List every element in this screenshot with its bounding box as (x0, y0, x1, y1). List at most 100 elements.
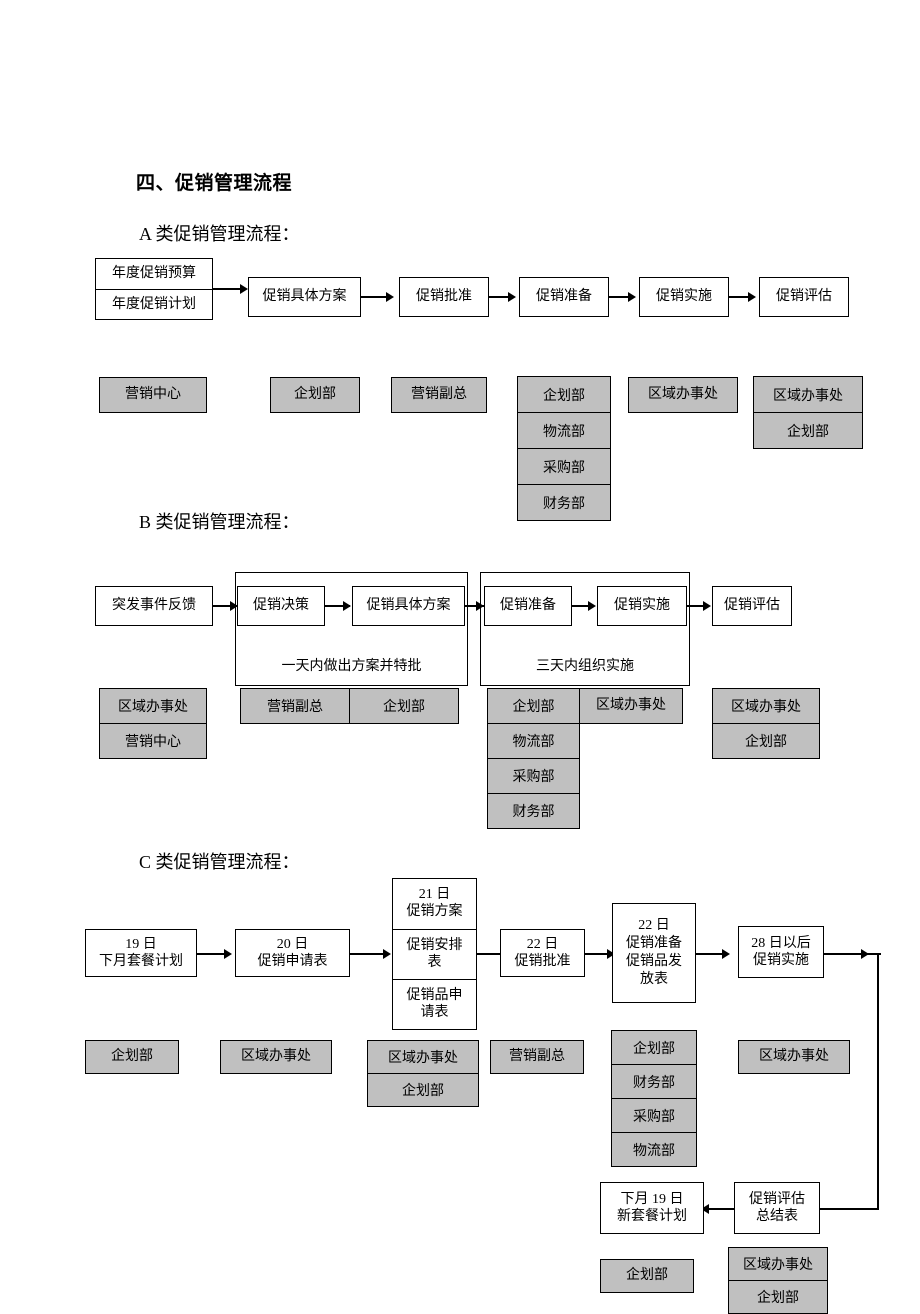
flow-a-source-box: 年度促销预算 年度促销计划 (95, 258, 213, 320)
flow-c-owner-step5-item: 企划部 (611, 1030, 697, 1065)
subsection-title-b: B 类促销管理流程： (139, 512, 300, 532)
flow-b-group-1-owners: 营销副总 企划部 (240, 688, 459, 724)
flow-a-owner-step3-item: 财务部 (517, 484, 611, 521)
flow-c-summary-line2: 总结表 (756, 1209, 798, 1224)
flow-c-arrowhead-1 (224, 949, 232, 959)
flow-a-owner-step5-stack: 区域办事处 企划部 (753, 376, 863, 449)
flow-c-owner-summary-item: 企划部 (728, 1280, 828, 1314)
flow-c-owner-step2: 区域办事处 (220, 1040, 332, 1074)
flow-a-step-1: 促销具体方案 (248, 277, 361, 317)
flow-c-arrowhead-6 (861, 949, 869, 959)
flow-c-step-1: 19 日 下月套餐计划 (85, 929, 197, 977)
flow-b-owner-source-stack: 区域办事处 营销中心 (99, 688, 207, 759)
flow-a-arrowhead-1 (240, 284, 248, 294)
page-title: 四、促销管理流程 (136, 173, 293, 194)
flow-b-step-5: 促销评估 (712, 586, 792, 626)
flow-a-step-5: 促销评估 (759, 277, 849, 317)
flow-c-step-5-line1: 22 日 (638, 917, 670, 933)
flow-c-arrowhead-5 (722, 949, 730, 959)
flow-c-step-1-line1: 19 日 (125, 936, 157, 952)
flow-a-owner-step3-item: 企划部 (517, 376, 611, 413)
flow-c-next-plan-box: 下月 19 日 新套餐计划 (600, 1182, 704, 1234)
flow-c-summary-box: 促销评估 总结表 (734, 1182, 820, 1234)
flow-c-owner-step5-item: 物流部 (611, 1132, 697, 1167)
flow-b-owner-g2-left-stack: 企划部 物流部 采购部 财务部 (487, 688, 580, 829)
flow-c-next-plan-line1: 下月 19 日 (620, 1191, 684, 1207)
flow-a-owner-source: 营销中心 (99, 377, 207, 413)
flow-a-arrowhead-5 (748, 292, 756, 302)
flow-b-arrowhead-4 (588, 601, 596, 611)
flow-c-owner-next-plan: 企划部 (600, 1259, 694, 1293)
flow-c-step-3-cell-2: 促销安排 表 (393, 929, 476, 979)
flow-c-step-2-line2: 促销申请表 (257, 954, 328, 969)
flow-c-owner-step5-stack: 企划部 财务部 采购部 物流部 (611, 1030, 697, 1167)
flow-c-owner-step3-item: 企划部 (367, 1073, 479, 1107)
flow-a-owner-step3-item: 采购部 (517, 448, 611, 485)
flow-c-step-1-line2: 下月套餐计划 (99, 954, 183, 969)
flow-a-owner-step3-item: 物流部 (517, 412, 611, 449)
flow-c-step-6-line1: 28 日以后 (751, 935, 811, 951)
flow-b-group-1-note: 一天内做出方案并特批 (281, 659, 422, 674)
flow-a-step-2: 促销批准 (399, 277, 489, 317)
flow-a-owner-step1: 企划部 (270, 377, 360, 413)
flow-c-next-plan-line2: 新套餐计划 (617, 1209, 687, 1224)
flow-a-owner-step5-item: 企划部 (753, 412, 863, 449)
flow-c-step-3-cell-1-line2: 促销方案 (406, 904, 463, 919)
flow-b-owner-final-item: 区域办事处 (712, 688, 820, 724)
subsection-title-a: A 类促销管理流程： (139, 224, 300, 244)
flow-c-owner-step5-item: 采购部 (611, 1098, 697, 1133)
flow-c-owner-step4: 营销副总 (490, 1040, 584, 1074)
flow-c-step-3-cell-2-line1: 促销安排 (406, 937, 463, 953)
flow-c-owner-step3-stack: 区域办事处 企划部 (367, 1040, 479, 1107)
flow-a-connector-1 (213, 288, 243, 290)
flow-c-step-3-cell-1-line1: 21 日 (418, 887, 451, 903)
flow-c-owner-step3-item: 区域办事处 (367, 1040, 479, 1074)
flow-c-step-3-cell-3: 促销品申 请表 (393, 979, 476, 1029)
flow-a-arrowhead-3 (508, 292, 516, 302)
flow-b-step-2: 促销具体方案 (352, 586, 465, 626)
flow-c-owner-summary-stack: 区域办事处 企划部 (728, 1247, 828, 1314)
flow-c-connector-7 (816, 1208, 879, 1210)
flow-c-step-3-cell-1: 21 日 促销方案 (393, 879, 476, 929)
flow-a-arrowhead-2 (386, 292, 394, 302)
flow-a-step-4: 促销实施 (639, 277, 729, 317)
flow-b-owner-g2-right: 区域办事处 (579, 688, 683, 724)
flow-b-arrowhead-2 (343, 601, 351, 611)
flow-a-owner-step4: 区域办事处 (628, 377, 738, 413)
flow-a-owner-step3-stack: 企划部 物流部 采购部 财务部 (517, 376, 611, 521)
flow-c-step-5: 22 日 促销准备 促销品发 放表 (612, 903, 696, 1003)
flow-c-step-5-line3: 促销品发 (626, 954, 682, 969)
subsection-title-c: C 类促销管理流程： (139, 852, 300, 872)
flow-a-arrowhead-4 (628, 292, 636, 302)
flow-b-step-1: 促销决策 (237, 586, 325, 626)
flow-a-step-3: 促销准备 (519, 277, 609, 317)
document-page: 四、促销管理流程 A 类促销管理流程： B 类促销管理流程： C 类促销管理流程… (0, 0, 920, 1314)
flow-b-owner-g1-item: 营销副总 (240, 688, 350, 724)
flow-c-step-3: 21 日 促销方案 促销安排 表 促销品申 请表 (392, 878, 477, 1030)
flow-c-step-4-line2: 促销批准 (514, 954, 571, 969)
flow-b-owner-g2-item: 企划部 (487, 688, 580, 724)
flow-a-source-line1: 年度促销预算 (112, 266, 196, 282)
flow-b-step-4: 促销实施 (597, 586, 687, 626)
flow-a-owner-step5-item: 区域办事处 (753, 376, 863, 413)
flow-c-step-6-line2: 促销实施 (753, 953, 809, 968)
flow-c-connector-6 (824, 953, 881, 955)
flow-b-owner-g2-item: 采购部 (487, 758, 580, 794)
flow-c-step-5-line2: 促销准备 (626, 935, 682, 951)
flow-c-connector-right-vertical (877, 953, 879, 1209)
flow-c-step-4-line1: 22 日 (526, 936, 559, 952)
flow-c-owner-step6: 区域办事处 (738, 1040, 850, 1074)
flow-b-step-3: 促销准备 (484, 586, 572, 626)
flow-b-owner-source-item: 区域办事处 (99, 688, 207, 724)
flow-b-owner-g2-item: 财务部 (487, 793, 580, 829)
flow-c-owner-summary-item: 区域办事处 (728, 1247, 828, 1281)
flow-b-arrowhead-3 (476, 601, 484, 611)
flow-a-source-line2: 年度促销计划 (96, 288, 212, 319)
flow-c-summary-line1: 促销评估 (749, 1191, 805, 1207)
flow-c-step-3-cell-2-line2: 表 (427, 954, 442, 970)
flow-c-step-2-line1: 20 日 (276, 936, 309, 952)
flow-c-step-6: 28 日以后 促销实施 (738, 926, 824, 978)
flow-b-owner-source-item: 营销中心 (99, 723, 207, 759)
flow-b-group-2-note: 三天内组织实施 (536, 659, 634, 674)
flow-c-owner-step1: 企划部 (85, 1040, 179, 1074)
